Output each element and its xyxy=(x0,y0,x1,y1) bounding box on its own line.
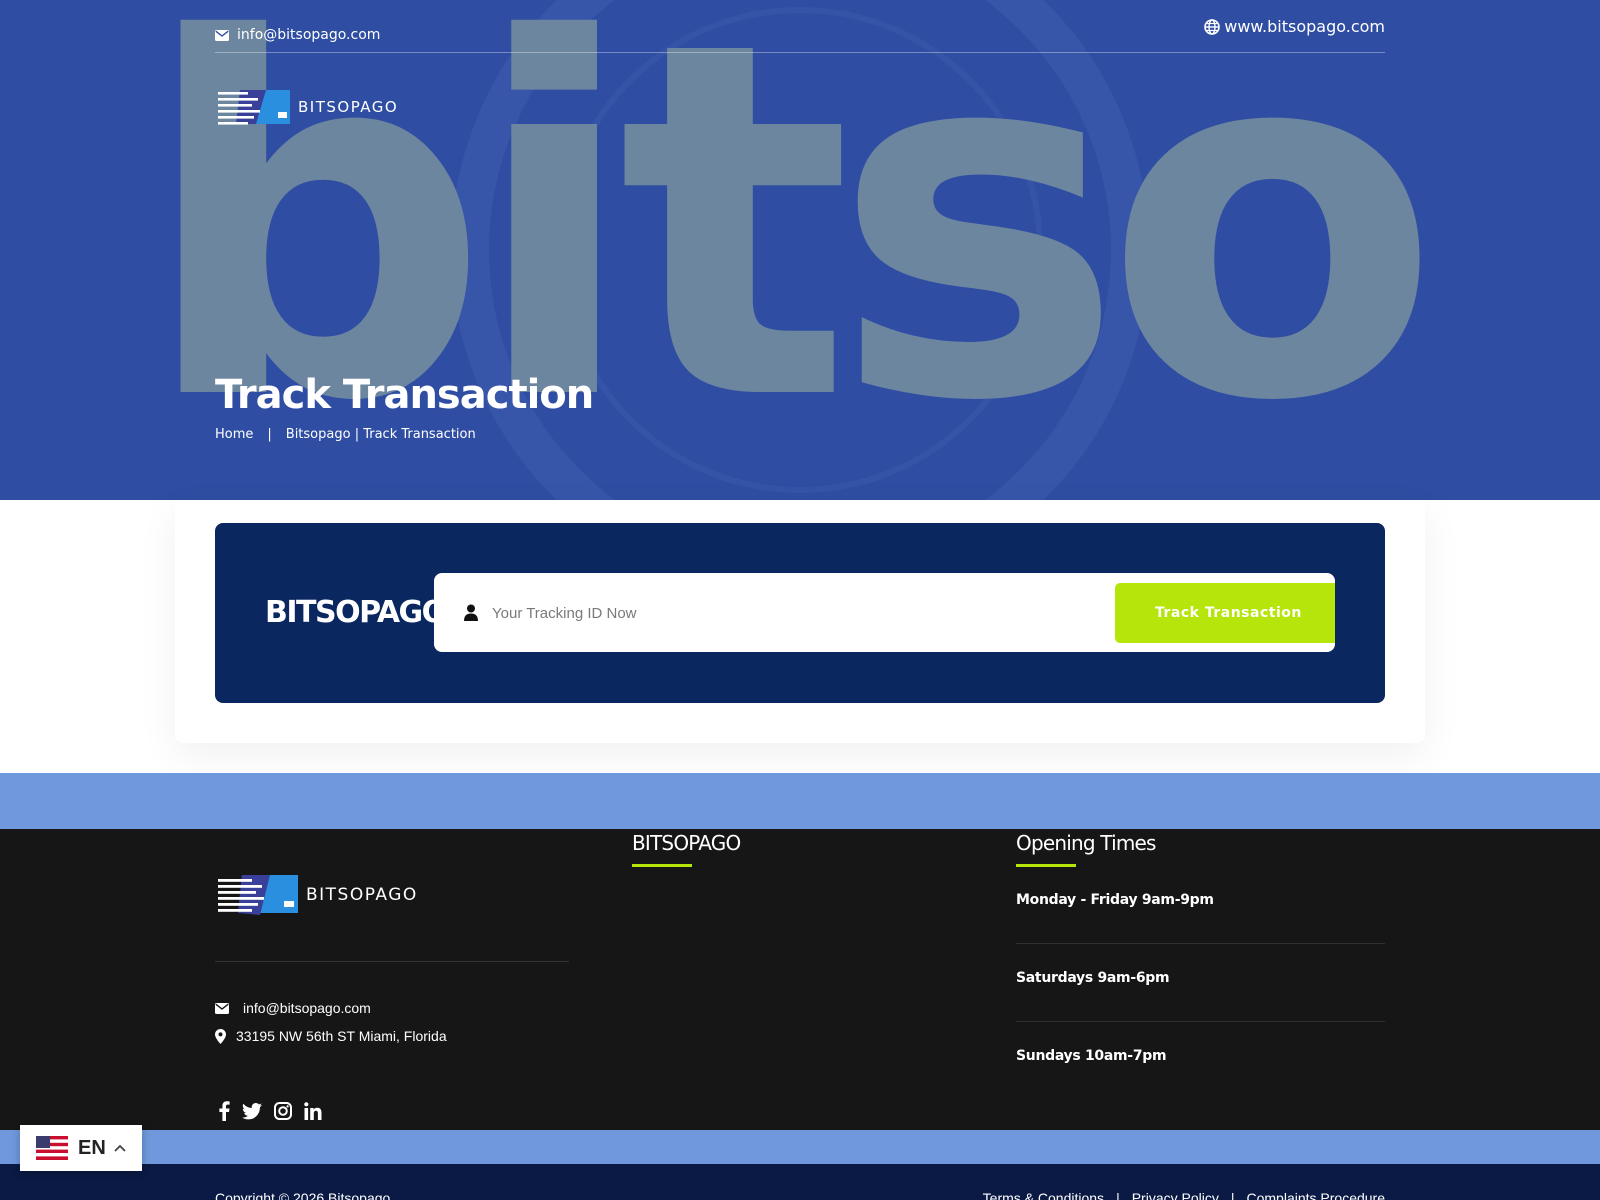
opening-times-weekdays: Monday - Friday 9am-9pm xyxy=(1016,892,1214,908)
footer-logo[interactable]: BITSOPAGO xyxy=(218,873,418,917)
hero-background-wordmark: bitso xyxy=(0,0,1600,500)
footer-address: 33195 NW 56th ST Miami, Florida xyxy=(215,1028,447,1044)
breadcrumb-home-link[interactable]: Home xyxy=(215,427,253,442)
bottom-bar: Copyright © 2026 Bitsopago Terms & Condi… xyxy=(0,1164,1600,1200)
track-transaction-button[interactable]: Track Transaction xyxy=(1115,583,1335,643)
opening-times-sunday: Sundays 10am-7pm xyxy=(1016,1048,1167,1064)
topbar-website-link[interactable]: www.bitsopago.com xyxy=(1204,17,1385,36)
hero-banner: bitso info@bitsopago.com www.bitsopago.c… xyxy=(0,0,1600,500)
top-bar: info@bitsopago.com www.bitsopago.com xyxy=(215,0,1385,53)
map-pin-icon xyxy=(215,1028,226,1044)
terms-link[interactable]: Terms & Conditions xyxy=(983,1190,1104,1200)
footer-address-text: 33195 NW 56th ST Miami, Florida xyxy=(236,1028,447,1044)
topbar-email-text: info@bitsopago.com xyxy=(237,27,381,43)
social-links xyxy=(218,1101,334,1121)
footer: BITSOPAGO info@bitsopago.com 33195 NW 56… xyxy=(0,829,1600,1130)
facebook-icon[interactable] xyxy=(218,1101,230,1121)
us-flag-icon xyxy=(36,1136,68,1160)
opening-times-divider xyxy=(1016,943,1385,944)
complaints-link[interactable]: Complaints Procedure xyxy=(1246,1190,1385,1200)
legal-links: Terms & Conditions | Privacy Policy | Co… xyxy=(983,1190,1385,1200)
opening-times-title: Opening Times xyxy=(1016,831,1156,855)
track-form: Track Transaction xyxy=(434,573,1335,652)
footer-logo-text: BITSOPAGO xyxy=(306,885,418,905)
user-icon xyxy=(464,604,478,626)
breadcrumb-separator: | xyxy=(267,427,272,442)
logo-mark-icon xyxy=(218,90,290,125)
privacy-link[interactable]: Privacy Policy xyxy=(1132,1190,1219,1200)
footer-email-link[interactable]: info@bitsopago.com xyxy=(215,1000,371,1016)
topbar-website-text: www.bitsopago.com xyxy=(1224,17,1385,36)
linkedin-icon[interactable] xyxy=(304,1102,322,1120)
instagram-icon[interactable] xyxy=(274,1102,292,1120)
opening-times-title-underline xyxy=(1016,864,1076,867)
header-logo[interactable]: BITSOPAGO xyxy=(218,88,398,126)
footer-divider xyxy=(215,961,569,962)
svg-text:bitso: bitso xyxy=(139,0,1425,500)
footer-logo-mark-icon xyxy=(218,875,298,915)
header-logo-text: BITSOPAGO xyxy=(298,98,399,116)
divider-band-bottom xyxy=(0,1130,1600,1164)
footer-email-text: info@bitsopago.com xyxy=(243,1000,371,1016)
chevron-up-icon xyxy=(114,1144,126,1152)
language-switcher[interactable]: EN xyxy=(20,1125,142,1171)
copyright-text: Copyright © 2026 Bitsopago xyxy=(215,1190,391,1200)
opening-times-saturday: Saturdays 9am-6pm xyxy=(1016,970,1170,986)
language-code: EN xyxy=(78,1136,106,1159)
page-title: Track Transaction xyxy=(215,372,594,418)
footer-brand-title-underline xyxy=(632,864,692,867)
divider-band-top xyxy=(0,773,1600,829)
footer-brand-column-title: BITSOPAGO xyxy=(632,831,741,855)
twitter-icon[interactable] xyxy=(242,1102,262,1120)
legal-separator: | xyxy=(1116,1190,1120,1200)
breadcrumb: Home | Bitsopago | Track Transaction xyxy=(215,427,476,442)
tracking-id-input[interactable] xyxy=(492,595,1092,631)
topbar-email-link[interactable]: info@bitsopago.com xyxy=(215,27,380,43)
breadcrumb-current: Bitsopago | Track Transaction xyxy=(285,427,476,442)
legal-separator: | xyxy=(1230,1190,1235,1200)
globe-icon xyxy=(1204,18,1221,35)
opening-times-divider xyxy=(1016,1021,1385,1022)
envelope-icon xyxy=(215,1002,229,1014)
track-card: BITSOPAGO Track Transaction xyxy=(215,523,1385,703)
track-brand-label: BITSOPAGO xyxy=(265,595,447,630)
envelope-icon xyxy=(215,29,229,41)
